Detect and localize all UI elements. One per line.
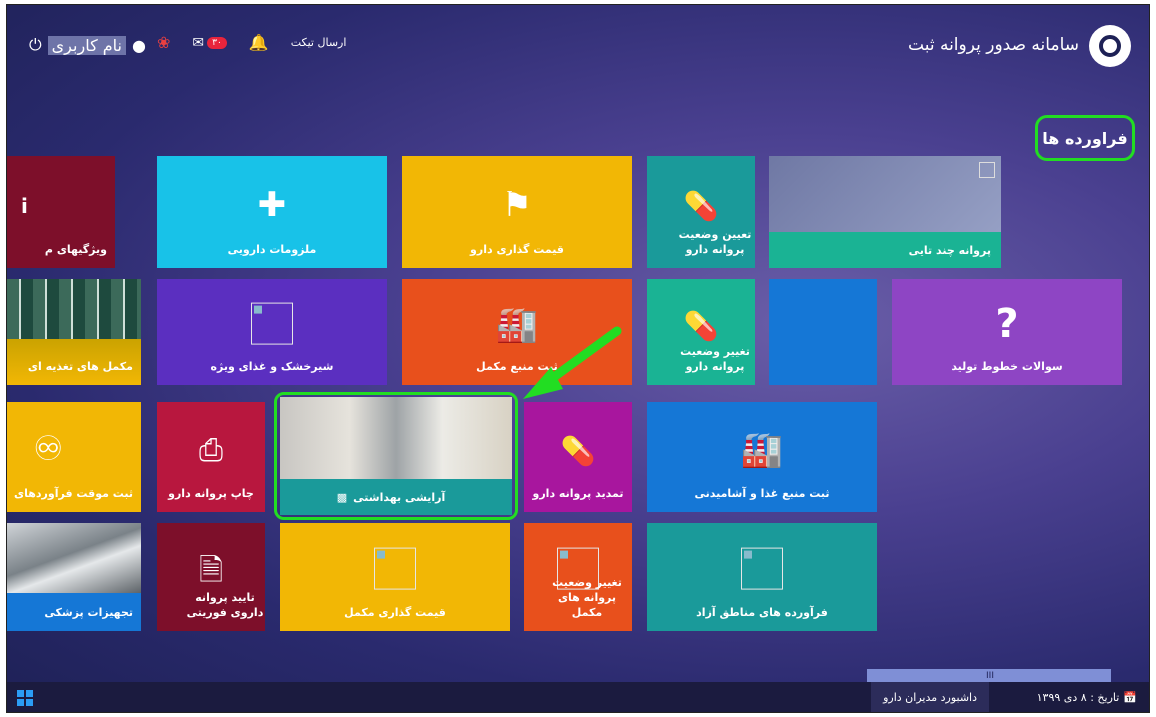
price-tag-icon: ⚑ [501, 185, 533, 226]
capsule-icon: 💊 [560, 434, 596, 468]
tile-infant-formula[interactable]: شیرخشک و غذای ویژه [157, 279, 387, 385]
capsule-icon: 💊 [683, 189, 719, 223]
bell-icon[interactable]: 🔔 [249, 33, 269, 52]
scrollbar-thumb[interactable]: III [868, 669, 1112, 683]
tile-production-lines-faq[interactable]: ? سوالات خطوط تولید [892, 279, 1122, 385]
tile-supplement-status-change-label: تغییر وضعیت پروانه های مکمل [552, 576, 622, 620]
secondary-logo-icon[interactable]: ❀ [157, 33, 170, 52]
taskbar: داشبورد مدیران دارو 📅 تاریخ : ۸ دی ۱۳۹۹ [7, 682, 1149, 712]
tile-drug-pricing-label: قیمت گذاری دارو [470, 243, 564, 257]
tile-food-source[interactable]: 🏭 ثبت منبع غذا و آشامیدنی [647, 402, 877, 512]
tile-urgent-approval-label: تایید پروانه داروی فوریتی [186, 591, 264, 620]
user-name: نام کاربری [47, 35, 126, 55]
user-menu[interactable]: ● نام کاربری ⏻ [29, 35, 146, 55]
tile-supplement-pricing-label: قیمت گذاری مکمل [344, 606, 446, 620]
calendar-icon: 📅 [1123, 690, 1137, 704]
capsule-icon: 💊 [683, 309, 719, 343]
mail-icon[interactable]: ۳۰ ✉ [192, 34, 227, 51]
tile-supplement-pricing[interactable]: قیمت گذاری مکمل [280, 523, 510, 631]
tile-drug-pricing[interactable]: ⚑ قیمت گذاری دارو [402, 156, 632, 268]
tile-supplies-label: ملزومات دارویی [227, 243, 317, 257]
question-mark-icon: ? [995, 301, 1019, 347]
tile-supplies[interactable]: ✚ ملزومات دارویی [157, 156, 387, 268]
tile-temp-registration[interactable]: ♾ ثبت موقت فرآوردهای [7, 402, 141, 512]
user-icon: ● [132, 35, 146, 55]
surgical-instruments-image [7, 523, 141, 593]
broken-image-icon [374, 547, 416, 590]
tile-food-source-label: ثبت منبع غذا و آشامیدنی [694, 487, 830, 501]
mail-badge: ۳۰ [207, 36, 227, 49]
tile-urgent-approval[interactable]: 🗎 تایید پروانه داروی فوریتی [157, 523, 265, 631]
tile-license-renewal[interactable]: 💊 تمدید پروانه دارو [524, 402, 632, 512]
app-logo-icon [1089, 25, 1131, 67]
broken-image-icon [979, 162, 995, 178]
dashboard-link[interactable]: داشبورد مدیران دارو [871, 682, 989, 712]
tile-free-zones[interactable]: فرآورده های مناطق آزاد [647, 523, 877, 631]
tile-temp-registration-label: ثبت موقت فرآوردهای [14, 487, 133, 501]
power-icon[interactable]: ⏻ [29, 35, 42, 55]
app-window: سامانه صدور پروانه ثبت ● نام کاربری ⏻ ار… [6, 4, 1150, 713]
highlight-cosmetics [274, 392, 518, 520]
tile-license-status-change[interactable]: 💊 تغییر وضعیت پروانه دارو [647, 279, 755, 385]
date-text: تاریخ : ۸ دی ۱۳۹۹ [1036, 690, 1120, 704]
tile-free-zones-label: فرآورده های مناطق آزاد [696, 606, 828, 620]
broken-image-icon [251, 302, 293, 345]
windows-start-icon[interactable] [17, 690, 33, 706]
tile-supplement-status-change[interactable]: تغییر وضعیت پروانه های مکمل [524, 523, 632, 631]
tile-medical-equipment[interactable]: تجهیزات پزشکی [7, 523, 141, 631]
app-title: سامانه صدور پروانه ثبت [908, 35, 1079, 55]
tile-features-label: ویژگیهای م [44, 243, 107, 257]
broken-image-icon [741, 547, 783, 590]
tile-supplements-food[interactable]: مکمل های تغذیه ای [7, 279, 141, 385]
green-arrow-icon [523, 326, 622, 399]
info-icon: i [21, 194, 28, 218]
tile-license-status-change-label: تغییر وضعیت پروانه دارو [680, 345, 750, 374]
store-shelves-image [7, 279, 141, 339]
ticket-link[interactable]: ارسال تیکت [291, 36, 347, 49]
date-display: 📅 تاریخ : ۸ دی ۱۳۹۹ [1037, 682, 1137, 712]
tile-print-license-label: چاپ پروانه دارو [168, 487, 254, 501]
top-icons: ارسال تیکت 🔔 ۳۰ ✉ ❀ [157, 33, 346, 52]
tile-production-lines-faq-label: سوالات خطوط تولید [951, 360, 1063, 374]
tile-infant-formula-label: شیرخشک و غذای ویژه [210, 360, 334, 374]
tile-multi-license-label: پروانه چند تایی [908, 243, 991, 257]
tile-features[interactable]: i ویژگیهای م [7, 156, 115, 268]
tile-multi-license[interactable]: پروانه چند تایی [769, 156, 1001, 268]
tile-supplements-food-label: مکمل های تغذیه ای [27, 360, 133, 374]
tile-license-status-determine[interactable]: 💊 تعیین وضعیت پروانه دارو [647, 156, 755, 268]
envelope-icon: ✉ [192, 34, 205, 51]
printer-icon: ⎙ [199, 433, 223, 468]
tile-medical-equipment-label: تجهیزات پزشکی [44, 606, 133, 620]
tile-license-status-determine-label: تعیین وضعیت پروانه دارو [678, 228, 752, 257]
horizontal-scrollbar[interactable]: III [867, 669, 1111, 683]
tile-license-renewal-label: تمدید پروانه دارو [532, 487, 624, 501]
top-bar: سامانه صدور پروانه ثبت ● نام کاربری ⏻ ار… [7, 5, 1149, 85]
section-title-products: فراورده ها [1035, 115, 1135, 161]
factory-icon: 🏭 [740, 430, 784, 471]
document-check-icon: 🗎 [198, 553, 224, 588]
tile-multi-license-strip: پروانه چند تایی [769, 232, 1001, 268]
tile-blank-blue[interactable] [769, 279, 877, 385]
first-aid-kit-icon: ✚ [257, 185, 287, 226]
tile-print-license[interactable]: ⎙ چاپ پروانه دارو [157, 402, 265, 512]
mortar-pestle-icon: ♾ [33, 429, 64, 469]
